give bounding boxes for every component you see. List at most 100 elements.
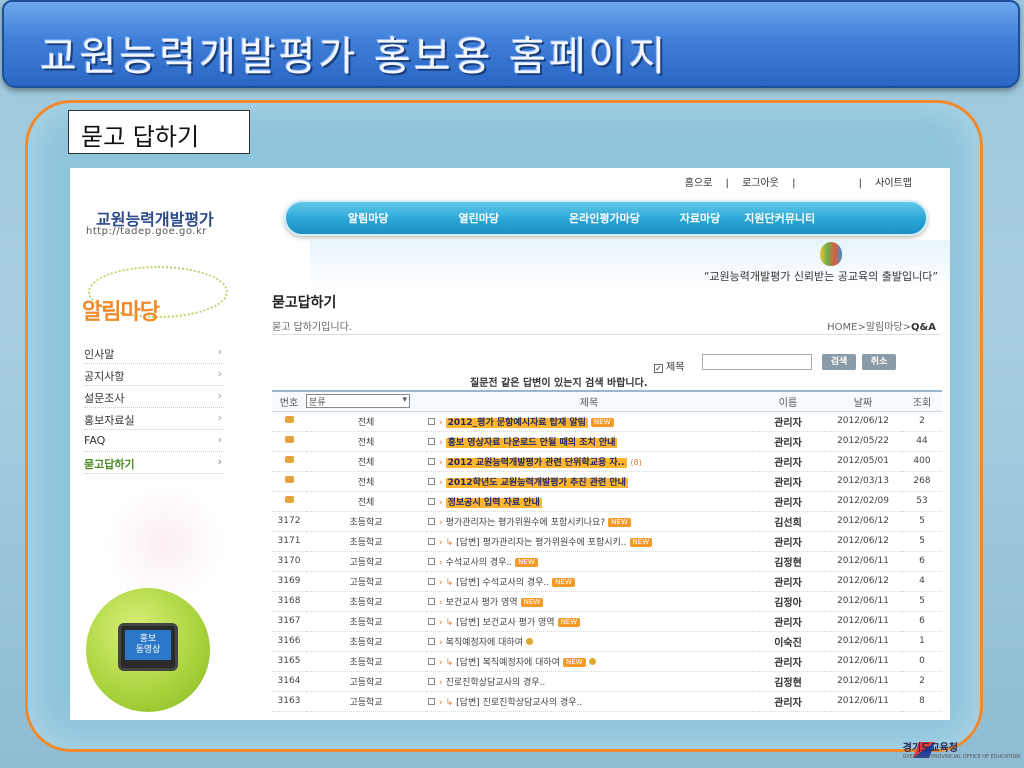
- table-row[interactable]: 3168 초등학교 › 보건교사 평가 영역 NEW 김정아 2012/06/11 5: [272, 591, 942, 612]
- row-author: 관리자: [752, 451, 824, 472]
- row-subject: › 복직예정자에 대하여: [426, 631, 752, 652]
- search-input[interactable]: [702, 354, 812, 370]
- row-views: 44: [902, 431, 942, 452]
- row-checkbox[interactable]: [428, 437, 435, 445]
- row-checkbox[interactable]: [428, 537, 435, 545]
- col-views: 조회: [902, 390, 942, 412]
- row-checkbox[interactable]: [428, 477, 435, 485]
- row-subject: › ↳ [답변] 복직예정자에 대하여 NEW: [426, 651, 752, 672]
- row-subject-link[interactable]: [답변] 평가관리자는 평가위원수에 포함시키..: [456, 538, 626, 548]
- row-subject-link[interactable]: 수석교사의 경우..: [446, 558, 513, 568]
- title-filter-checkbox[interactable]: ✓ 제목: [654, 358, 684, 373]
- table-row[interactable]: 전체 › 정보공시 입력 자료 안내 관리자 2012/02/09 53: [272, 491, 942, 512]
- row-date: 2012/06/12: [824, 411, 902, 432]
- home-link[interactable]: 홈으로: [685, 178, 713, 189]
- row-checkbox[interactable]: [428, 597, 435, 605]
- row-subject-link[interactable]: [답변] 보건교사 평가 영역: [456, 618, 554, 628]
- table-row[interactable]: 3172 초등학교 › 평가관리자는 평가위원수에 포함시키나요? NEW 김선희 2012…: [272, 511, 942, 532]
- search-button[interactable]: 검색: [822, 354, 856, 370]
- table-row[interactable]: 3169 고등학교 › ↳ [답변] 수석교사의 경우.. NEW 관리자 2012/06/1…: [272, 571, 942, 592]
- notice-icon: [284, 496, 294, 503]
- row-checkbox[interactable]: [428, 657, 435, 665]
- balloon-icon: [820, 242, 842, 266]
- table-row[interactable]: 3170 고등학교 › 수석교사의 경우.. NEW 김정현 2012/06/11 6: [272, 551, 942, 572]
- col-category: 분류: [306, 390, 426, 412]
- row-checkbox[interactable]: [428, 497, 435, 505]
- bullet-arrow-icon: ›: [439, 457, 443, 468]
- row-subject-link[interactable]: [답변] 진로진학상담교사의 경우..: [456, 698, 582, 708]
- category-select[interactable]: 분류: [306, 394, 410, 409]
- new-badge: NEW: [515, 557, 538, 567]
- row-subject-link[interactable]: 2012_평가 문항예시자료 탑재 알림: [445, 417, 588, 428]
- row-checkbox[interactable]: [428, 577, 435, 585]
- row-subject-link[interactable]: 홍보 영상자료 다운로드 안될 때의 조치 안내: [445, 437, 618, 448]
- row-subject-link[interactable]: 보건교사 평가 영역: [446, 598, 518, 608]
- row-number: 3165: [272, 651, 306, 672]
- row-subject-link[interactable]: 진로진학상담교사의 경우..: [446, 678, 546, 688]
- gnb-item-community[interactable]: 지원단커뮤니티: [744, 210, 815, 226]
- row-checkbox[interactable]: [428, 517, 435, 525]
- row-author: 관리자: [752, 571, 824, 592]
- row-subject-link[interactable]: [답변] 수석교사의 경우..: [456, 578, 549, 588]
- row-checkbox[interactable]: [428, 557, 435, 565]
- reply-arrow-icon: ↳: [445, 617, 454, 628]
- row-category: 초등학교: [306, 631, 426, 652]
- table-row[interactable]: 전체 › 2012 교원능력개발평가 관련 단위학교용 자.. (8) 관리자 2012/…: [272, 451, 942, 472]
- row-date: 2012/06/11: [824, 691, 902, 712]
- site-logo-url: http://tadep.goe.go.kr: [86, 226, 207, 237]
- table-row[interactable]: 3164 고등학교 › 진로진학상담교사의 경우.. 김정현 2012/06/11 2: [272, 671, 942, 692]
- row-checkbox[interactable]: [428, 417, 435, 425]
- bullet-arrow-icon: ›: [439, 417, 443, 428]
- row-subject: › 정보공시 입력 자료 안내: [426, 491, 752, 512]
- lnb-item-notices[interactable]: 공지사항: [84, 364, 224, 386]
- table-row[interactable]: 3171 초등학교 › ↳ [답변] 평가관리자는 평가위원수에 포함시키.. NEW 관리…: [272, 531, 942, 552]
- row-subject-link[interactable]: 정보공시 입력 자료 안내: [445, 497, 542, 508]
- table-row[interactable]: 전체 › 2012_평가 문항예시자료 탑재 알림 NEW 관리자 2012/06/12 2: [272, 411, 942, 432]
- row-checkbox[interactable]: [428, 697, 435, 705]
- row-author: 이숙진: [752, 631, 824, 652]
- row-category: 고등학교: [306, 671, 426, 692]
- table-row[interactable]: 3163 고등학교 › ↳ [답변] 진로진학상담교사의 경우.. 관리자 2012/06/…: [272, 691, 942, 712]
- table-row[interactable]: 전체 › 2012학년도 교원능력개발평가 추진 관련 안내 관리자 2012/03/1…: [272, 471, 942, 492]
- search-notice: 질문전 같은 답변이 있는지 검색 바랍니다.: [470, 378, 648, 389]
- breadcrumb-path[interactable]: HOME>알림마당>: [827, 322, 911, 333]
- new-badge: NEW: [557, 617, 581, 627]
- row-checkbox[interactable]: [428, 617, 435, 625]
- table-row[interactable]: 3167 초등학교 › ↳ [답변] 보건교사 평가 영역 NEW 관리자 2012/06/1…: [272, 611, 942, 632]
- row-category: 초등학교: [306, 611, 426, 632]
- row-checkbox[interactable]: [428, 637, 435, 645]
- checkbox-checked-icon[interactable]: ✓: [654, 364, 663, 373]
- gnb-item-notice[interactable]: 알림마당: [348, 210, 388, 226]
- row-number: 3167: [272, 611, 306, 632]
- lnb-item-survey[interactable]: 설문조사: [84, 386, 224, 408]
- table-row[interactable]: 전체 › 홍보 영상자료 다운로드 안될 때의 조치 안내 관리자 2012/05/22…: [272, 431, 942, 452]
- row-number: 3166: [272, 631, 306, 652]
- row-subject-link[interactable]: 평가관리자는 평가위원수에 포함시키나요?: [446, 518, 606, 528]
- row-author: 관리자: [752, 611, 824, 632]
- gnb-item-open[interactable]: 열린마당: [458, 210, 498, 226]
- row-checkbox[interactable]: [428, 677, 435, 685]
- row-checkbox[interactable]: [428, 457, 435, 465]
- lnb-item-faq[interactable]: FAQ: [84, 430, 224, 452]
- lnb-item-greeting[interactable]: 인사말: [84, 342, 224, 364]
- table-row[interactable]: 3165 초등학교 › ↳ [답변] 복직예정자에 대하여 NEW 관리자 2012/06/1…: [272, 651, 942, 672]
- cancel-button[interactable]: 취소: [862, 354, 896, 370]
- lnb-title: 알림마당: [82, 300, 160, 325]
- logout-link[interactable]: 로그아웃: [742, 178, 779, 189]
- row-subject-link[interactable]: 2012학년도 교원능력개발평가 추진 관련 안내: [445, 477, 628, 488]
- row-subject: › 보건교사 평가 영역 NEW: [426, 591, 752, 612]
- lnb-item-pr-materials[interactable]: 홍보자료실: [84, 408, 224, 430]
- tv-icon[interactable]: 홍보 동영상: [118, 623, 178, 671]
- lnb-item-qna[interactable]: 묻고답하기: [84, 452, 224, 474]
- row-subject-link[interactable]: [답변] 복직예정자에 대하여: [456, 658, 560, 668]
- gnb-item-resources[interactable]: 자료마당: [680, 210, 720, 226]
- sitemap-link[interactable]: 사이트맵: [875, 178, 912, 189]
- video-banner-label: 홍보 동영상: [125, 630, 171, 660]
- reply-arrow-icon: ↳: [445, 657, 454, 668]
- table-row[interactable]: 3166 초등학교 › 복직예정자에 대하여 이숙진 2012/06/11 1: [272, 631, 942, 652]
- row-subject-link[interactable]: 복직예정자에 대하여: [446, 638, 523, 648]
- row-author: 김정현: [752, 551, 824, 572]
- row-author: 관리자: [752, 691, 824, 712]
- gnb-item-online-eval[interactable]: 온라인평가마당: [569, 210, 640, 226]
- row-subject-link[interactable]: 2012 교원능력개발평가 관련 단위학교용 자..: [445, 457, 627, 468]
